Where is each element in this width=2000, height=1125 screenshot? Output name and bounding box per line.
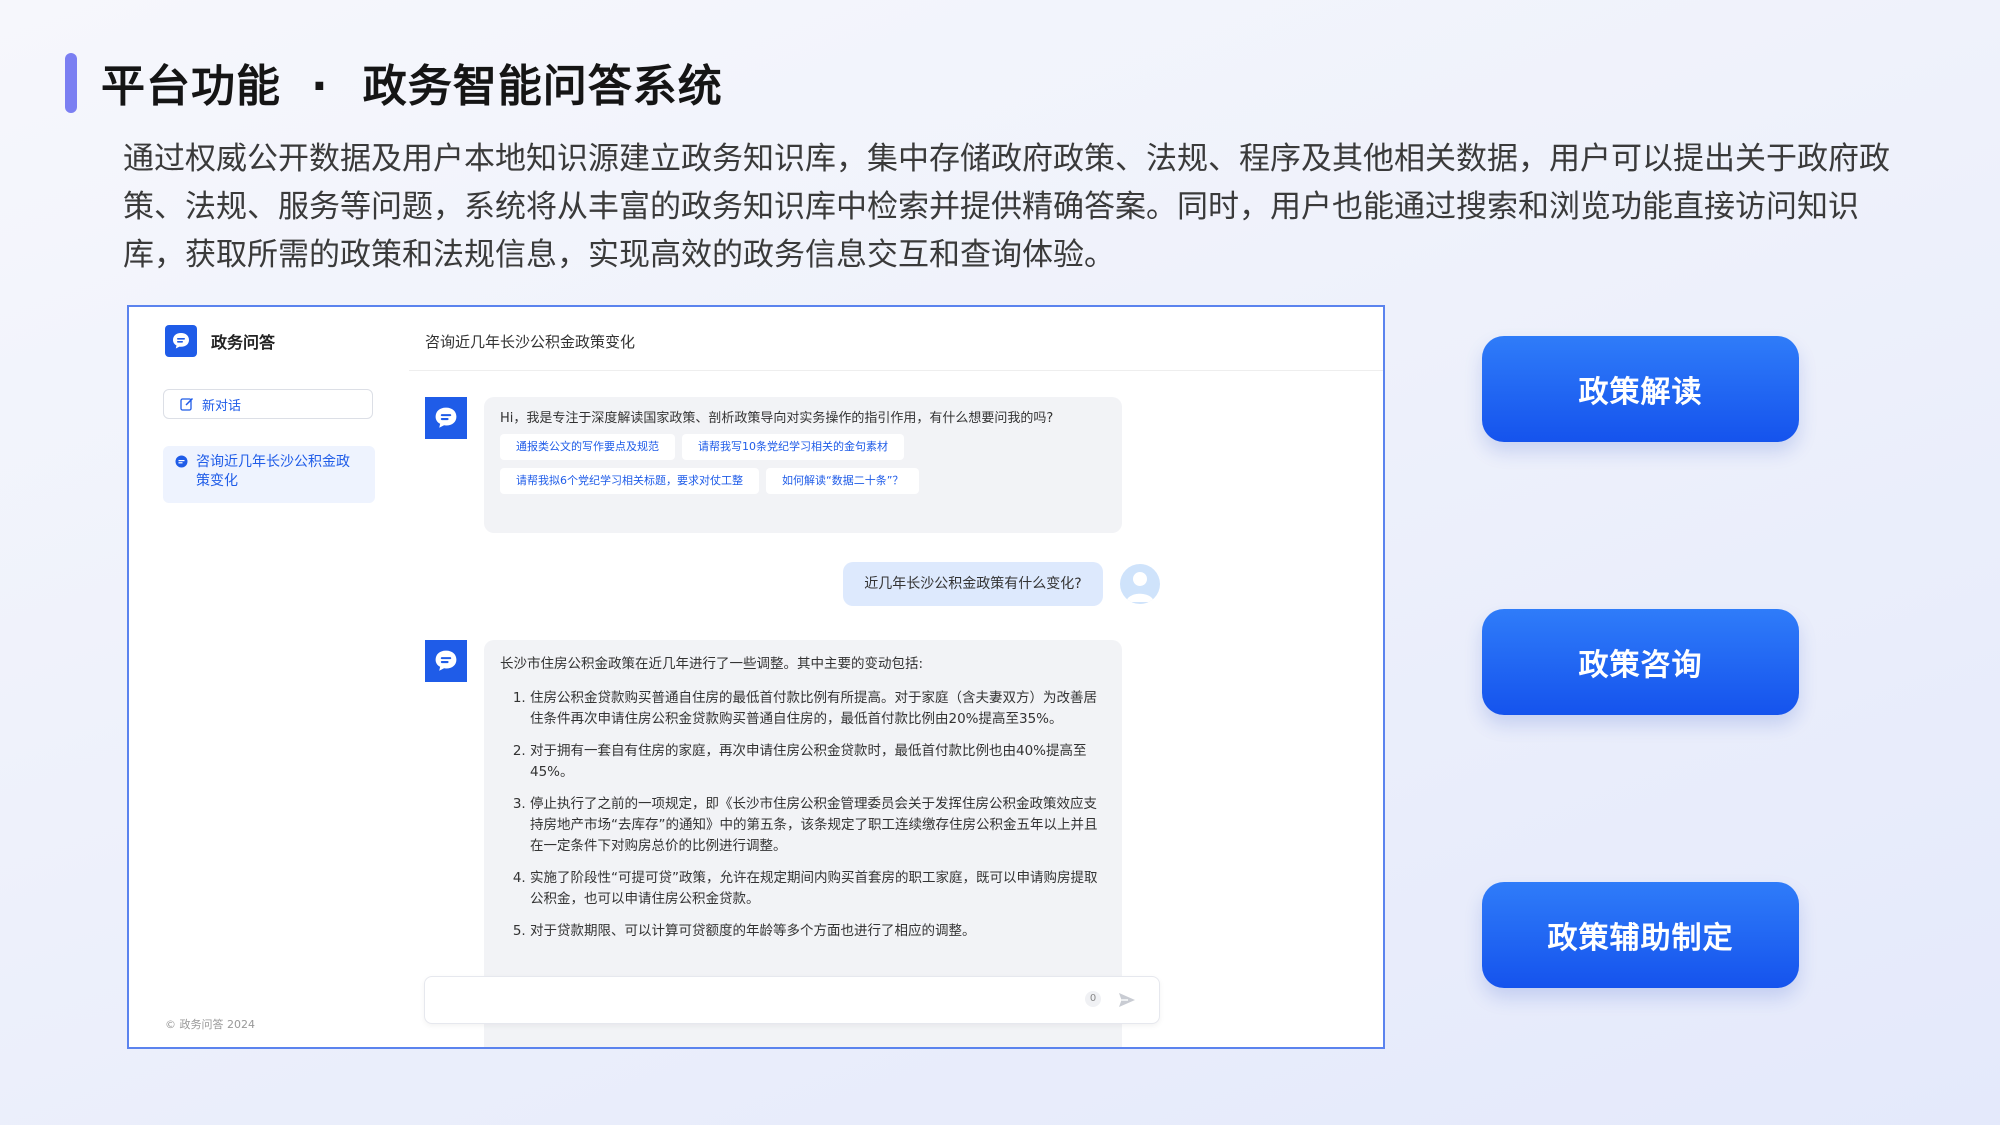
bot-greeting-bubble: Hi，我是专注于深度解读国家政策、剖析政策导向对实务操作的指引作用，有什么想要问… (484, 397, 1122, 533)
chat-title: 咨询近几年长沙公积金政策变化 (425, 333, 636, 351)
suggestion-chip[interactable]: 通报类公文的写作要点及规范 (500, 434, 675, 460)
suggestion-list: 通报类公文的写作要点及规范 请帮我写10条党纪学习相关的金句素材 请帮我拟6个党… (500, 434, 1106, 502)
new-chat-label: 新对话 (202, 398, 242, 414)
bot-avatar (425, 640, 467, 682)
user-message-bubble: 近几年长沙公积金政策有什么变化? (843, 562, 1103, 606)
intro-paragraph: 通过权威公开数据及用户本地知识源建立政务知识库，集中存储政府政策、法规、程序及其… (123, 141, 1890, 273)
suggestion-chip[interactable]: 请帮我写10条党纪学习相关的金句素材 (682, 434, 904, 460)
suggestion-chip[interactable]: 如何解读“数据二十条”？ (766, 468, 920, 494)
answer-list: 住房公积金贷款购买普通自住房的最低首付款比例有所提高。对于家庭（含夫妻双方）为改… (500, 688, 1106, 942)
bot-greeting-text: Hi，我是专注于深度解读国家政策、剖析政策导向对实务操作的指引作用，有什么想要问… (500, 411, 1054, 426)
app-screenshot-frame: 政务问答 新对话 咨询近几年长沙公积金政策变化 © 政务问答 2024 咨询近几… (127, 305, 1385, 1049)
bot-avatar (425, 397, 467, 439)
chat-header-divider (409, 370, 1383, 371)
bot-chat-icon (435, 407, 457, 428)
answer-item: 实施了阶段性“可提可贷”政策，允许在规定期间内购买首套房的职工家庭，既可以申请购… (530, 868, 1106, 910)
user-avatar-icon (1120, 564, 1160, 604)
chat-logo-icon (165, 325, 197, 357)
suggestion-chip[interactable]: 请帮我拟6个党纪学习相关标题，要求对仗工整 (500, 468, 759, 494)
conversation-label: 咨询近几年长沙公积金政策变化 (196, 454, 350, 489)
char-counter: 0 (1085, 991, 1101, 1007)
conversation-item[interactable]: 咨询近几年长沙公积金政策变化 (163, 446, 375, 503)
title-left: 平台功能 (101, 61, 281, 112)
policy-drafting-button[interactable]: 政策辅助制定 (1482, 882, 1799, 988)
title-right: 政务智能问答系统 (362, 61, 723, 112)
answer-item: 停止执行了之前的一项规定，即《长沙市住房公积金管理委员会关于发挥住房公积金政策效… (530, 794, 1106, 857)
title-accent-bar (65, 53, 77, 113)
brand[interactable]: 政务问答 (165, 325, 275, 357)
policy-interpretation-button[interactable]: 政策解读 (1482, 336, 1799, 442)
sidebar-footer: © 政务问答 2024 (165, 1018, 255, 1031)
message-input[interactable]: 0 (424, 976, 1160, 1024)
answer-item: 住房公积金贷款购买普通自住房的最低首付款比例有所提高。对于家庭（含夫妻双方）为改… (530, 688, 1106, 730)
policy-consultation-button[interactable]: 政策咨询 (1482, 609, 1799, 715)
answer-fade (484, 1030, 1122, 1047)
page-title: 平台功能 · 政务智能问答系统 (101, 50, 723, 114)
bot-chat-icon (435, 650, 457, 671)
answer-item: 对于拥有一套自有住房的家庭，再次申请住房公积金贷款时，最低首付款比例也由40%提… (530, 741, 1106, 783)
new-chat-button[interactable]: 新对话 (163, 389, 373, 419)
chat-bubble-icon (175, 455, 188, 468)
answer-lead: 长沙市住房公积金政策在近几年进行了一些调整。其中主要的变动包括: (500, 656, 924, 672)
title-separator: · (311, 61, 329, 112)
answer-item: 对于贷款期限、可以计算可贷额度的年龄等多个方面也进行了相应的调整。 (530, 921, 1106, 942)
send-icon[interactable] (1117, 990, 1137, 1014)
edit-icon (180, 397, 194, 411)
sidebar: 政务问答 新对话 咨询近几年长沙公积金政策变化 © 政务问答 2024 (129, 307, 376, 1047)
brand-name: 政务问答 (211, 333, 276, 352)
